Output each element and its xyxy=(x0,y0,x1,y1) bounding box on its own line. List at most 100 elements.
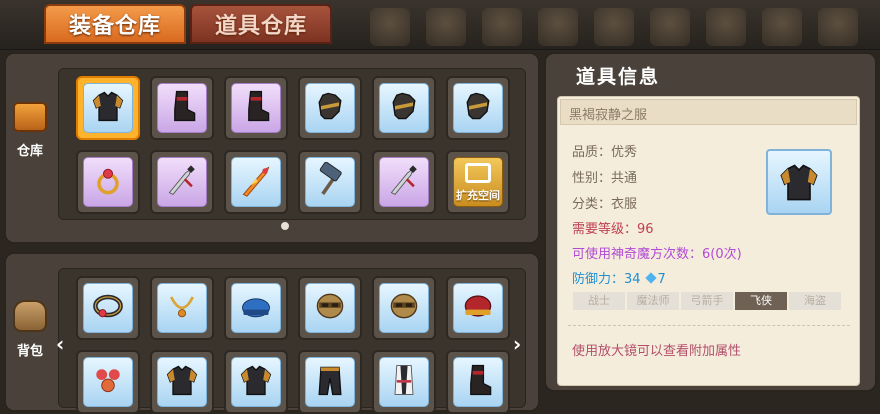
cap-icon xyxy=(238,288,274,328)
armor-icon xyxy=(780,164,818,201)
bell-icon[interactable] xyxy=(370,8,410,46)
class-tag: 飞侠 xyxy=(735,292,787,310)
boots-icon xyxy=(164,88,200,128)
backpack-slot[interactable] xyxy=(298,276,362,340)
backpack-slot[interactable] xyxy=(372,350,436,414)
item-defense-row: 防御力：34 7 xyxy=(572,268,666,287)
warehouse-slot-bg xyxy=(157,157,207,207)
glove-icon xyxy=(460,88,496,128)
warehouse-slot-bg xyxy=(157,83,207,133)
warehouse-slot-bg xyxy=(83,83,133,133)
backpack-slot[interactable] xyxy=(372,276,436,340)
gem-icon xyxy=(644,272,657,284)
warehouse-slot[interactable] xyxy=(446,76,510,140)
backpack-slot[interactable] xyxy=(446,276,510,340)
backpack-slot[interactable] xyxy=(76,276,140,340)
warehouse-slot-bg xyxy=(83,157,133,207)
chest-icon xyxy=(13,102,47,132)
expand-space-label: 扩充空间 xyxy=(456,189,500,202)
divider xyxy=(568,325,850,326)
warehouse-slot-bg xyxy=(231,83,281,133)
class-list: 战士 魔法师 弓箭手 飞侠 海盗 xyxy=(573,292,841,310)
class-tag: 海盗 xyxy=(789,292,841,310)
boots-icon xyxy=(238,88,274,128)
backpack-slot-bg xyxy=(305,283,355,333)
warehouse-slot[interactable] xyxy=(76,150,140,214)
warehouse-slot[interactable] xyxy=(150,150,214,214)
backpack-slot[interactable] xyxy=(298,350,362,414)
warehouse-slot[interactable] xyxy=(150,76,214,140)
helmet-icon xyxy=(386,288,422,328)
tab-equipment-warehouse[interactable]: 装备仓库 xyxy=(44,4,186,44)
portrait-icon[interactable] xyxy=(482,8,522,46)
backpack-slot[interactable] xyxy=(224,276,288,340)
warehouse-slot[interactable] xyxy=(224,150,288,214)
backpack-slot[interactable] xyxy=(76,350,140,414)
tower-icon[interactable] xyxy=(650,8,690,46)
item-defense: 防御力：34 xyxy=(572,272,641,287)
class-tag: 魔法师 xyxy=(627,292,679,310)
backpack-slot-bg xyxy=(379,283,429,333)
hat-icon xyxy=(460,288,496,328)
pants-icon xyxy=(312,362,348,402)
expand-icon xyxy=(465,163,491,183)
boots-icon xyxy=(460,362,496,402)
warehouse-slot[interactable] xyxy=(298,150,362,214)
cube-icon[interactable] xyxy=(818,8,858,46)
belt-icon xyxy=(90,288,126,328)
backpack-slot-bg xyxy=(231,283,281,333)
next-page-arrow[interactable]: › xyxy=(513,332,521,356)
chair-icon[interactable] xyxy=(594,8,634,46)
warehouse-slot[interactable] xyxy=(372,76,436,140)
warehouse-slot-bg xyxy=(379,83,429,133)
item-gender: 性别：共通 xyxy=(572,171,638,186)
expand-space-button[interactable]: 扩充空间 xyxy=(446,150,510,214)
helmet-icon xyxy=(312,288,348,328)
ring-icon xyxy=(90,162,126,202)
backpack-slot-bg xyxy=(453,283,503,333)
magnifier-hint: 使用放大镜可以查看附加属性 xyxy=(572,344,742,359)
flame-sword-icon xyxy=(238,162,274,202)
class-tag: 战士 xyxy=(573,292,625,310)
tab-item-warehouse[interactable]: 道具仓库 xyxy=(190,4,332,44)
warehouse-slot[interactable] xyxy=(224,76,288,140)
door-icon[interactable] xyxy=(538,8,578,46)
armor-icon xyxy=(90,88,126,128)
warehouse-slot-bg xyxy=(231,157,281,207)
prev-page-arrow[interactable]: ‹ xyxy=(56,332,64,356)
warehouse-slot[interactable] xyxy=(76,76,140,140)
armor-icon xyxy=(238,362,274,402)
warehouse-slot[interactable] xyxy=(298,76,362,140)
backpack-slot[interactable] xyxy=(446,350,510,414)
ladder-icon[interactable] xyxy=(426,8,466,46)
backpack-slot-bg xyxy=(157,283,207,333)
hammer-icon xyxy=(312,161,348,202)
item-defense-bonus: 7 xyxy=(657,272,666,287)
backpack-slot[interactable] xyxy=(150,350,214,414)
necklace-icon xyxy=(164,288,200,328)
page-dot[interactable] xyxy=(281,222,289,230)
earring-icon xyxy=(90,362,126,402)
horse-icon[interactable] xyxy=(706,8,746,46)
bag-icon xyxy=(13,300,47,332)
warehouse-slot-bg xyxy=(379,157,429,207)
book-icon[interactable] xyxy=(762,8,802,46)
item-magic-cube-uses: 可使用神奇魔方次数：6(0次) xyxy=(572,247,742,262)
warehouse-slot-bg xyxy=(453,83,503,133)
item-name: 黑褐寂静之服 xyxy=(560,99,857,125)
armor-icon xyxy=(164,362,200,402)
item-quality: 品质：优秀 xyxy=(572,145,638,160)
item-info-title: 道具信息 xyxy=(576,66,661,88)
glove-icon xyxy=(312,88,348,128)
warehouse-slot-bg: 扩充空间 xyxy=(453,157,503,207)
warehouse-slot-bg xyxy=(305,157,355,207)
backpack-label: 背包 xyxy=(16,344,43,359)
item-required-level: 需要等级：96 xyxy=(572,222,654,237)
dagger-icon xyxy=(386,162,422,202)
glove-icon xyxy=(386,88,422,128)
backpack-slot[interactable] xyxy=(150,276,214,340)
warehouse-slot[interactable] xyxy=(372,150,436,214)
backpack-slot[interactable] xyxy=(224,350,288,414)
warehouse-slot-bg xyxy=(305,83,355,133)
backpack-slot-bg xyxy=(83,283,133,333)
